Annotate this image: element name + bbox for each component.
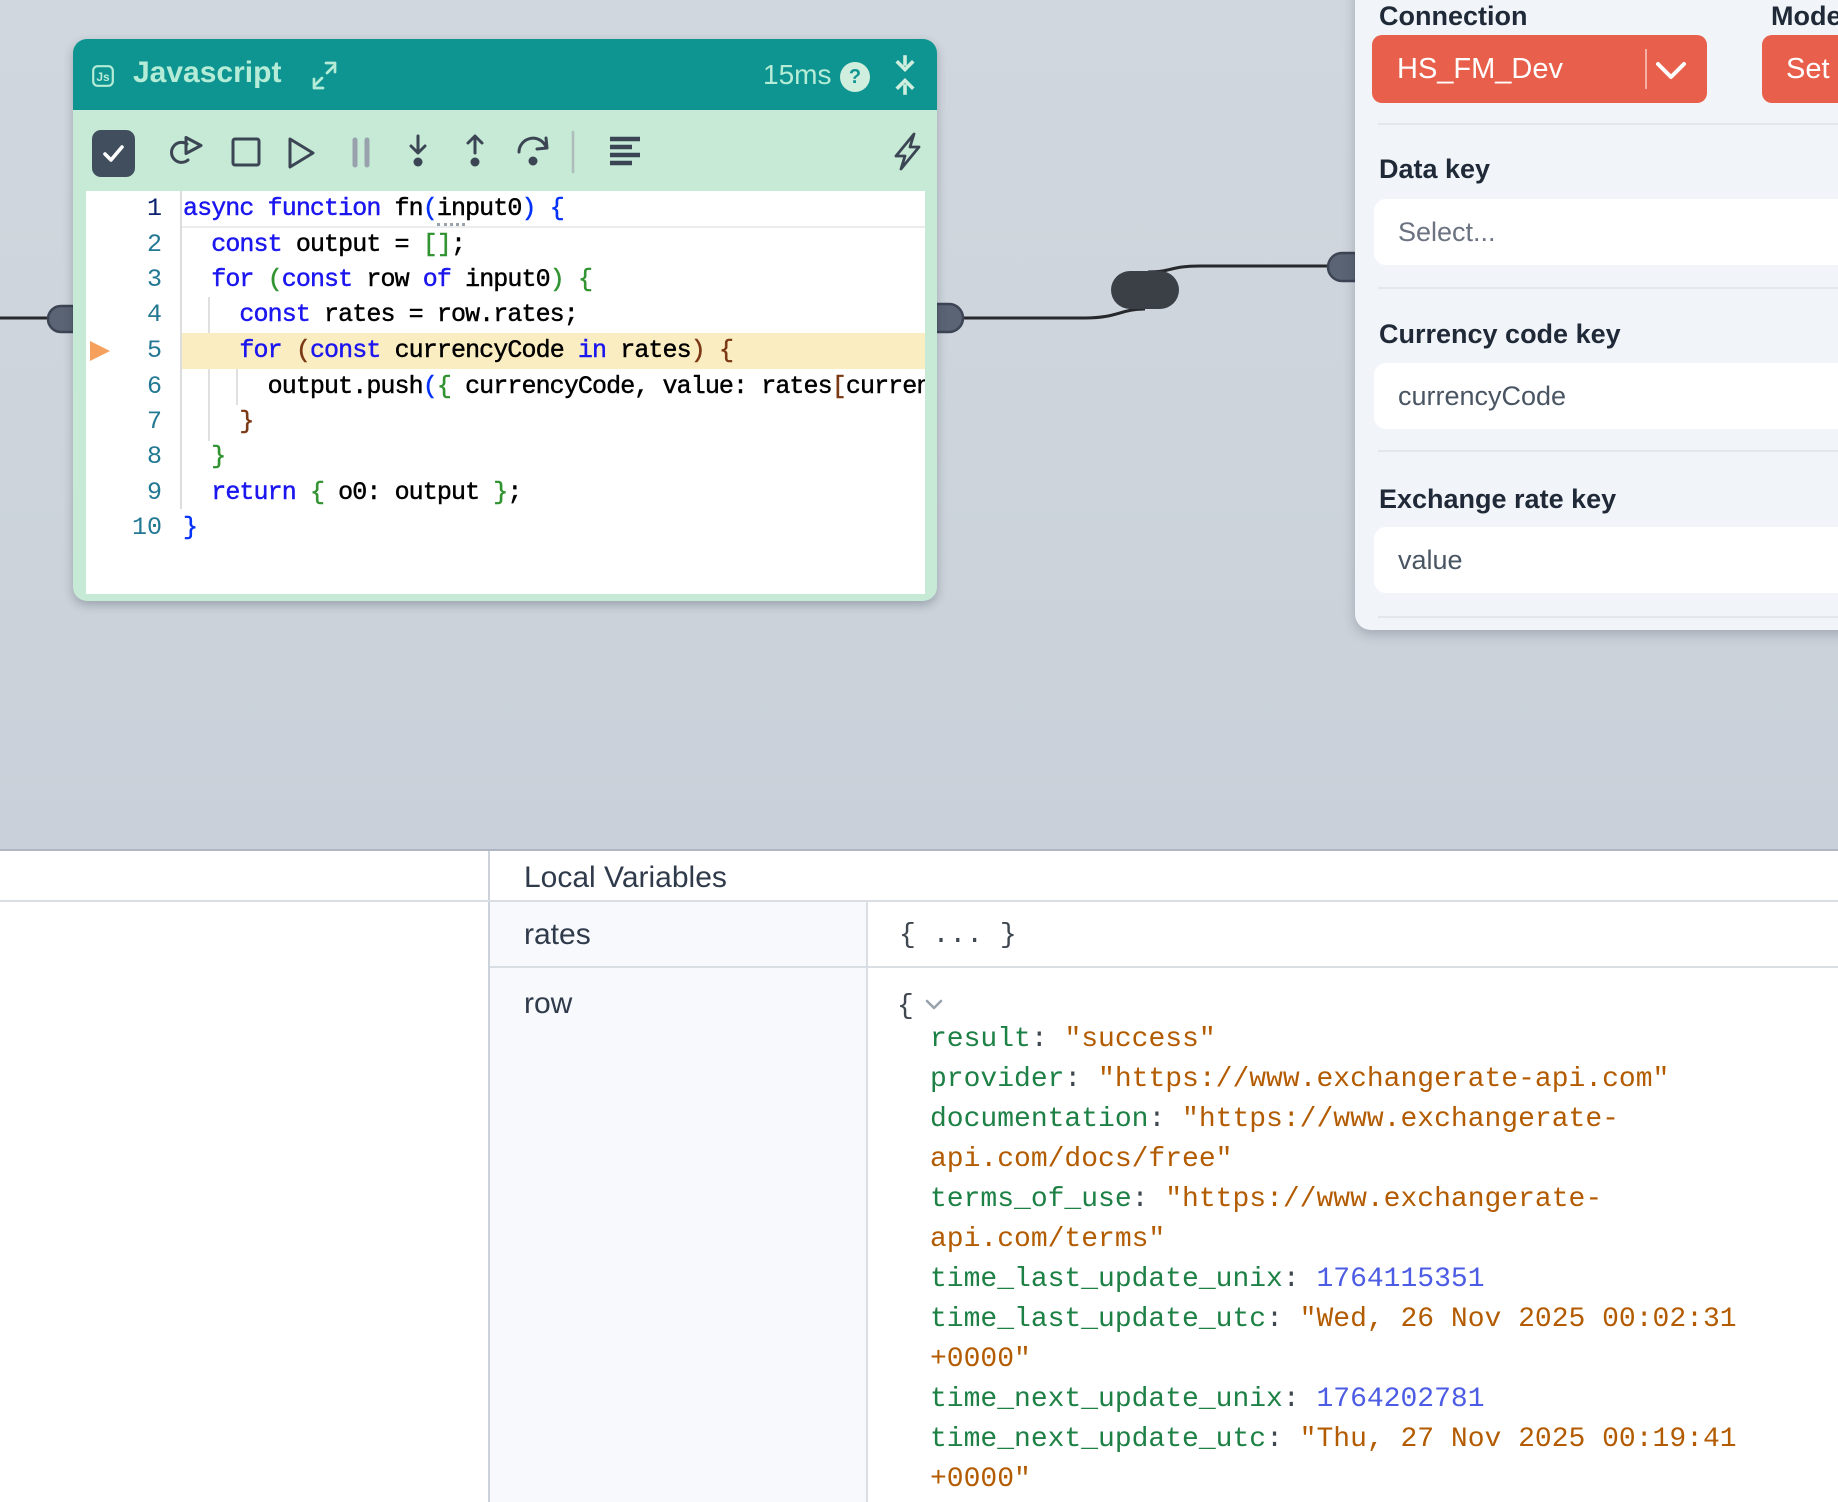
svg-text:Js: Js — [96, 70, 110, 84]
